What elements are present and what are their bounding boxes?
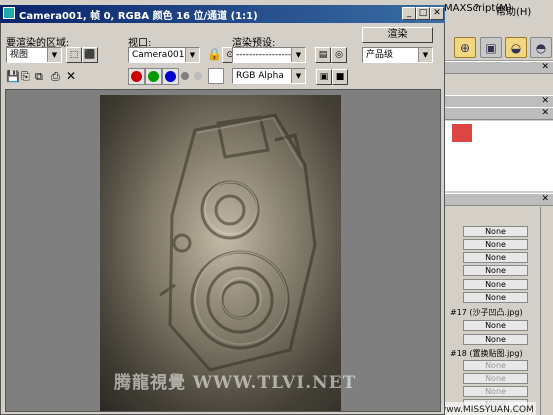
map-none-button[interactable]: None bbox=[463, 373, 528, 384]
map-none-button[interactable]: None bbox=[463, 279, 528, 290]
map-none-button[interactable]: None bbox=[463, 360, 528, 371]
clear-icon[interactable]: ✕ bbox=[66, 69, 76, 83]
preset-dropdown[interactable]: --------------------------▼ bbox=[232, 47, 306, 63]
camera-sand-relief bbox=[100, 95, 341, 411]
teapot-render-icon[interactable]: ◒ bbox=[505, 37, 527, 58]
render-setup-icon[interactable]: ▣ bbox=[480, 37, 502, 58]
map-none-button[interactable]: None bbox=[463, 265, 528, 276]
image-watermark: 腾龍視覺 WWW.TLVI.NET bbox=[114, 373, 357, 393]
map-none-button[interactable]: None bbox=[463, 386, 528, 397]
auto-region-icon[interactable]: ⬛ bbox=[82, 47, 98, 63]
blue-channel-toggle[interactable] bbox=[162, 68, 179, 85]
clone-icon[interactable]: ⎘ bbox=[21, 70, 30, 84]
red-channel-icon bbox=[131, 71, 142, 82]
map-none-button[interactable]: None bbox=[463, 334, 528, 345]
green-channel-toggle[interactable] bbox=[145, 68, 162, 85]
panel-rollout[interactable]: ✕ bbox=[445, 107, 553, 120]
map-none-button[interactable]: None bbox=[463, 252, 528, 263]
image-toolbar: 💾 ⎘ ⧉ ⎙ ✕ RGB Alpha ▼ ▣ ■ bbox=[0, 67, 443, 87]
save-icon[interactable]: 💾 bbox=[6, 70, 20, 83]
area-dropdown[interactable]: 视图 ▼ bbox=[6, 47, 62, 63]
menu-help[interactable]: 帮助(H) bbox=[496, 3, 531, 18]
window-titlebar[interactable]: Camera001, 帧 0, RGBA 颜色 16 位/通道 (1:1) _ … bbox=[0, 5, 445, 23]
quality-dropdown[interactable]: 产品级 ▼ bbox=[362, 47, 433, 63]
select-object-icon[interactable]: ⊕ bbox=[454, 37, 476, 58]
minimize-button[interactable]: _ bbox=[402, 7, 416, 20]
panel-scrollbar[interactable] bbox=[540, 207, 551, 415]
maximize-button[interactable]: □ bbox=[416, 7, 430, 20]
color-swatch[interactable] bbox=[208, 68, 224, 84]
material-swatch bbox=[452, 124, 472, 142]
edit-region-icon[interactable]: ⬚ bbox=[66, 47, 82, 63]
map-label-sand-bump[interactable]: #17 (沙子凹凸.jpg) bbox=[450, 307, 523, 318]
viewport-dropdown[interactable]: Camera001 ▼ bbox=[128, 47, 200, 63]
red-channel-toggle[interactable] bbox=[128, 68, 145, 85]
environment-icon[interactable]: ◎ bbox=[331, 47, 347, 63]
blue-channel-icon bbox=[165, 71, 176, 82]
map-none-button[interactable]: None bbox=[463, 292, 528, 303]
display-icon[interactable]: ▣ bbox=[316, 69, 332, 85]
alpha-channel-icon[interactable] bbox=[181, 72, 189, 80]
mono-icon[interactable] bbox=[194, 72, 202, 80]
window-title: Camera001, 帧 0, RGBA 颜色 16 位/通道 (1:1) bbox=[19, 11, 258, 22]
panel-rollout[interactable]: ✕ bbox=[445, 61, 553, 74]
lock-icon[interactable]: 🔒 bbox=[207, 47, 222, 61]
app-icon bbox=[3, 7, 15, 19]
green-channel-icon bbox=[148, 71, 159, 82]
panel-rollout[interactable]: ✕ bbox=[445, 193, 553, 206]
render-button[interactable]: 渲染 bbox=[362, 27, 433, 43]
frame-icon[interactable]: ■ bbox=[332, 69, 348, 85]
render-setup-icon[interactable]: ▤ bbox=[315, 47, 331, 63]
map-none-button[interactable]: None bbox=[463, 226, 528, 237]
map-label-displacement[interactable]: #18 (置换贴图.jpg) bbox=[450, 348, 523, 359]
channel-dropdown[interactable]: RGB Alpha ▼ bbox=[232, 68, 306, 84]
quick-render-icon[interactable]: ◓ bbox=[530, 37, 552, 58]
map-none-button[interactable]: None bbox=[463, 320, 528, 331]
print-icon[interactable]: ⎙ bbox=[51, 70, 60, 84]
copy-icon[interactable]: ⧉ bbox=[35, 70, 43, 84]
rendered-image bbox=[100, 95, 341, 411]
help-icon[interactable]: ? bbox=[474, 3, 479, 14]
map-none-button[interactable]: None bbox=[463, 239, 528, 250]
close-button[interactable]: ✕ bbox=[430, 7, 444, 20]
